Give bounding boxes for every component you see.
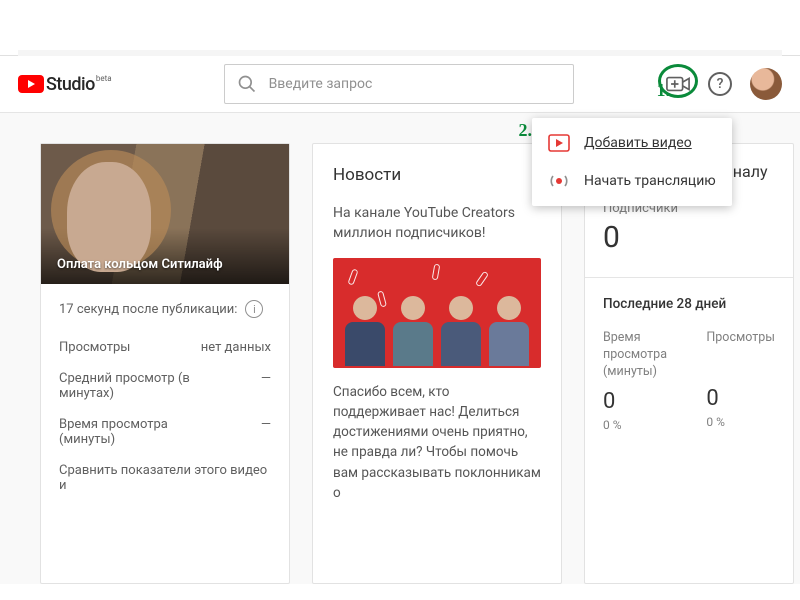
create-menu: Добавить видео Начать трансляцию bbox=[532, 118, 732, 206]
search-icon bbox=[237, 74, 257, 94]
menu-upload-label: Добавить видео bbox=[584, 135, 692, 151]
info-icon[interactable]: i bbox=[245, 300, 263, 318]
app-header: Studio beta Введите запрос ? bbox=[0, 56, 800, 112]
news-title: Новости bbox=[333, 165, 401, 185]
upload-video-icon bbox=[548, 132, 570, 154]
stat-row: Время просмотра (минуты) — bbox=[59, 409, 271, 455]
news-image bbox=[333, 258, 541, 368]
browser-chrome bbox=[0, 0, 800, 56]
menu-go-live[interactable]: Начать трансляцию bbox=[532, 162, 732, 200]
metric-watch-time: Время просмотра (минуты) 0 0 % bbox=[603, 330, 676, 432]
live-icon bbox=[548, 170, 570, 192]
youtube-play-icon bbox=[18, 75, 44, 93]
last28-label: Последние 28 дней bbox=[603, 296, 775, 312]
account-avatar[interactable] bbox=[750, 68, 782, 100]
stat-row: Просмотры нет данных bbox=[59, 332, 271, 363]
logo[interactable]: Studio beta bbox=[18, 74, 112, 95]
search-placeholder: Введите запрос bbox=[269, 76, 373, 92]
help-button[interactable]: ? bbox=[708, 72, 732, 96]
news-headline: На канале YouTube Creators миллион подпи… bbox=[333, 203, 541, 244]
metric-views: Просмотры 0 0 % bbox=[706, 330, 775, 432]
video-thumbnail[interactable]: Оплата кольцом Ситилайф bbox=[41, 144, 289, 284]
news-body: Спасибо всем, кто поддерживает нас! Дели… bbox=[333, 382, 541, 504]
search-input[interactable]: Введите запрос bbox=[224, 64, 574, 104]
stat-row: Средний просмотр (в минутах) — bbox=[59, 363, 271, 409]
latest-video-card: Оплата кольцом Ситилайф 17 секунд после … bbox=[40, 143, 290, 584]
video-title: Оплата кольцом Ситилайф bbox=[57, 257, 223, 272]
post-time: 17 секунд после публикации: bbox=[59, 302, 237, 317]
create-button[interactable] bbox=[666, 72, 690, 96]
menu-upload-video[interactable]: Добавить видео bbox=[532, 124, 732, 162]
brand-text: Studio bbox=[46, 74, 95, 95]
compare-link[interactable]: Сравнить показатели этого видео и bbox=[59, 455, 271, 493]
subs-value: 0 bbox=[603, 220, 775, 255]
news-card: Новости ‹ На канале YouTube Creators мил… bbox=[312, 143, 562, 584]
channel-stats-card: Статистика по каналу Подписчики 0 Послед… bbox=[584, 143, 794, 584]
beta-badge: beta bbox=[96, 74, 112, 83]
menu-live-label: Начать трансляцию bbox=[584, 173, 716, 189]
